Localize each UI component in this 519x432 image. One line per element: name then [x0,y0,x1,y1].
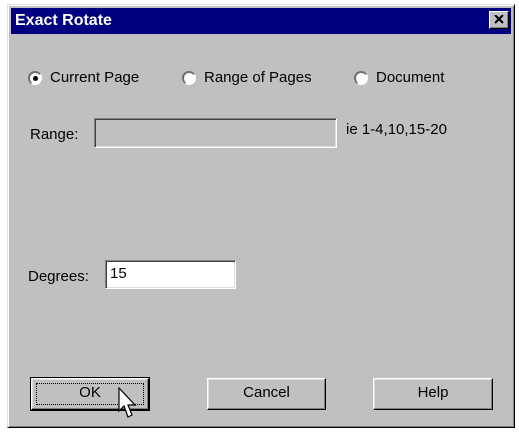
help-button[interactable]: Help [373,378,493,410]
degrees-label: Degrees: [28,268,89,285]
radio-range-of-pages[interactable]: Range of Pages [182,69,312,86]
scope-radio-group: Current Page Range of Pages Document [8,69,514,91]
cancel-button-label: Cancel [243,384,290,401]
close-button[interactable] [489,11,509,29]
cancel-button[interactable]: Cancel [207,378,326,410]
range-label: Range: [30,126,79,143]
radio-document-label: Document [376,69,445,86]
window-title: Exact Rotate [15,12,112,29]
radio-document-indicator[interactable] [354,70,368,85]
range-hint: ie 1-4,10,15-20 [346,121,447,138]
close-icon [494,15,504,24]
mouse-pointer-icon [118,387,137,418]
radio-document[interactable]: Document [354,69,444,86]
radio-current-page-label: Current Page [50,69,140,86]
radio-current-page[interactable]: Current Page [28,69,139,86]
radio-range-of-pages-indicator[interactable] [182,70,196,85]
radio-range-of-pages-label: Range of Pages [204,69,312,86]
radio-current-page-indicator[interactable] [28,70,42,85]
help-button-label: Help [417,384,449,401]
degrees-input[interactable]: 15 [105,260,236,289]
range-input[interactable] [94,118,337,148]
title-bar: Exact Rotate [11,8,511,34]
exact-rotate-dialog: Exact Rotate Current Page Range of Pages… [7,4,515,428]
